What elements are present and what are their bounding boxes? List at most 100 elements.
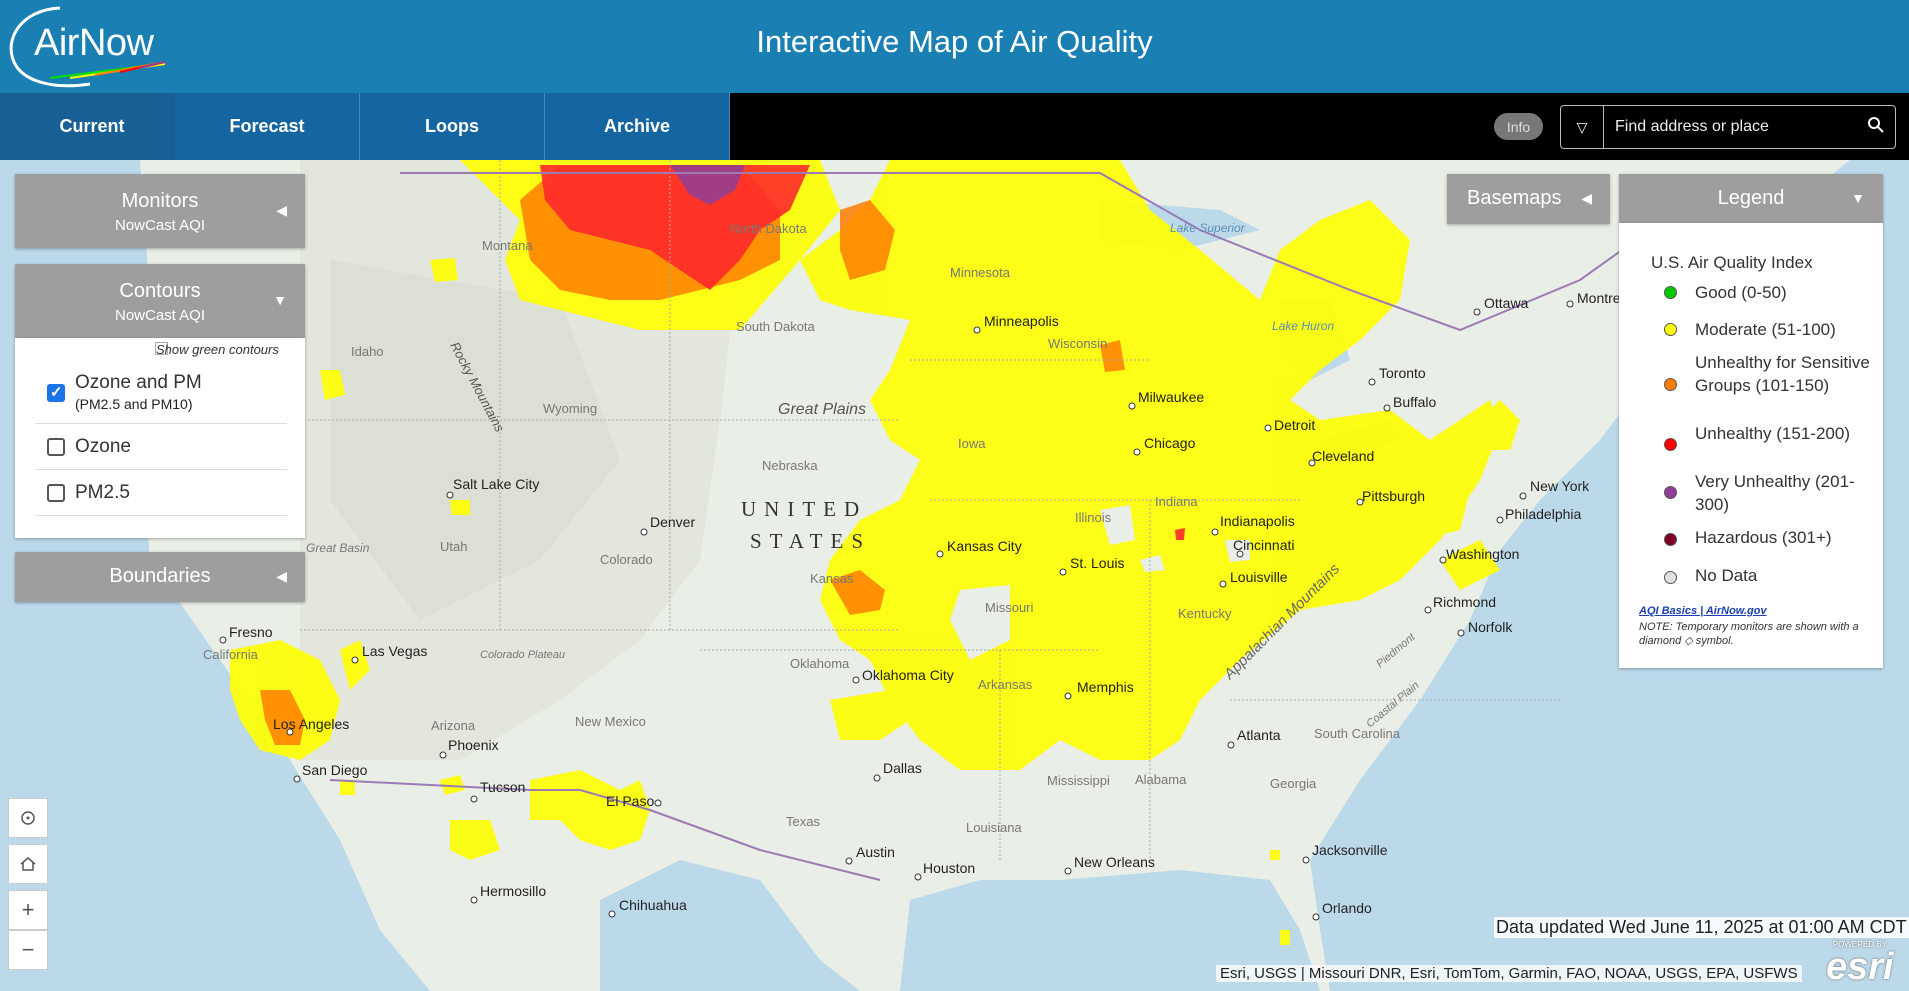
legend-swatch-unhealthy (1664, 438, 1677, 451)
minus-icon: − (21, 937, 35, 962)
legend-panel-header[interactable]: Legend ▼ (1619, 174, 1883, 224)
map-attribution: Esri, USGS | Missouri DNR, Esri, TomTom,… (1216, 965, 1802, 982)
data-updated-text: Data updated Wed June 11, 2025 at 01:00 … (1494, 917, 1909, 938)
tab-loops[interactable]: Loops (360, 93, 545, 160)
search-box[interactable]: ▽ Find address or place (1560, 105, 1896, 149)
boundaries-title: Boundaries (109, 565, 211, 587)
region-label: Missouri (985, 600, 1034, 615)
contours-subtitle: NowCast AQI (114, 307, 206, 324)
zoom-out-button[interactable]: − (8, 930, 48, 970)
region-label: California (203, 647, 259, 662)
city-label: Tucson (480, 779, 525, 795)
region-label: Kentucky (1178, 606, 1232, 621)
city-label: Jacksonville (1312, 842, 1388, 858)
region-label: Iowa (958, 436, 986, 451)
contour-option-pm25[interactable]: PM2.5 (35, 470, 287, 516)
city-el-paso: El Paso (606, 793, 662, 809)
legend-swatch-good (1664, 286, 1677, 299)
tab-current[interactable]: Current (0, 93, 185, 160)
legend-item-usg: Unhealthy for Sensitive Groups (101-150) (1695, 353, 1870, 395)
tab-archive[interactable]: Archive (545, 93, 730, 160)
region-label: Great Basin (306, 541, 370, 555)
aqi-zone[interactable] (430, 258, 458, 282)
city-label: Los Angeles (273, 716, 349, 732)
contours-title: Contours (119, 280, 201, 302)
aqi-zone[interactable] (1280, 930, 1290, 945)
city-label: Chicago (1144, 435, 1196, 451)
page-title: Interactive Map of Air Quality (756, 24, 1153, 59)
region-label: Arizona (431, 718, 476, 733)
esri-logo[interactable]: POWERED BY esri (1826, 940, 1894, 988)
basemaps-panel-header[interactable]: Basemaps ◀ (1447, 174, 1610, 224)
aqi-zone[interactable] (1270, 850, 1280, 860)
region-label: Texas (786, 814, 820, 829)
search-icon[interactable] (1867, 116, 1885, 134)
search-source-dropdown[interactable]: ▽ (1561, 106, 1604, 148)
city-label: Washington (1446, 546, 1519, 562)
city-label: Philadelphia (1505, 506, 1581, 522)
city-label: New York (1530, 478, 1590, 494)
country-label: UNITED (741, 497, 867, 521)
tab-forecast[interactable]: Forecast (175, 93, 360, 160)
city-label: New Orleans (1074, 854, 1155, 870)
expand-down-icon[interactable]: ▼ (1851, 190, 1865, 206)
checkbox-pm25[interactable] (47, 484, 65, 502)
city-label: Fresno (229, 624, 273, 640)
city-label: Cleveland (1312, 448, 1374, 464)
city-label: Las Vegas (362, 643, 427, 659)
option-label: PM2.5 (75, 482, 130, 503)
legend-swatch-no-data (1664, 571, 1677, 584)
aqi-zone[interactable] (340, 780, 355, 795)
region-label: Idaho (351, 344, 384, 359)
collapse-left-icon[interactable]: ◀ (1581, 190, 1592, 207)
region-label: Louisiana (966, 820, 1022, 835)
aqi-zone[interactable] (1175, 528, 1185, 540)
aqi-basics-link[interactable]: AQI Basics | AirNow.gov (1639, 605, 1767, 617)
expand-down-icon[interactable]: ▼ (273, 292, 287, 308)
region-label: South Carolina (1314, 726, 1401, 741)
city-philadelphia: Philadelphia (1496, 506, 1581, 524)
aqi-zone[interactable] (450, 500, 470, 515)
monitors-panel-header[interactable]: Monitors NowCast AQI ◀ (15, 174, 305, 248)
legend-note: NOTE: Temporary monitors are shown with … (1639, 621, 1859, 647)
city-label: Memphis (1077, 679, 1134, 695)
checkbox-ozone-pm[interactable] (47, 383, 65, 402)
city-cleveland: Cleveland (1308, 448, 1374, 467)
collapse-left-icon[interactable]: ◀ (276, 568, 287, 585)
option-label: Ozone and PM (75, 372, 202, 393)
city-label: Atlanta (1237, 727, 1281, 743)
esri-wordmark: esri (1826, 946, 1894, 988)
zoom-in-button[interactable]: + (8, 890, 48, 930)
legend-swatch-very-unhealthy (1664, 486, 1677, 499)
region-label: South Dakota (736, 319, 816, 334)
city-label: Norfolk (1468, 619, 1513, 635)
region-label: Kansas (810, 571, 854, 586)
legend-swatch-moderate (1664, 323, 1677, 336)
region-label: Lake Superior (1170, 221, 1246, 235)
boundaries-panel-header[interactable]: Boundaries ◀ (15, 552, 305, 602)
contour-option-ozone[interactable]: Ozone (35, 424, 287, 470)
contour-option-ozone-pm[interactable]: Ozone and PM (PM2.5 and PM10) (35, 358, 287, 424)
monitors-title: Monitors (121, 190, 199, 212)
option-label: Ozone (75, 436, 131, 457)
region-label: Indiana (1155, 494, 1198, 509)
locate-button[interactable] (8, 798, 48, 838)
region-label: Utah (440, 539, 467, 554)
info-button[interactable]: Info (1494, 113, 1543, 140)
legend-swatch-usg (1664, 378, 1677, 391)
city-label: Houston (923, 860, 975, 876)
contours-panel-header[interactable]: Contours NowCast AQI ▼ (15, 264, 305, 338)
city-label: Denver (650, 514, 695, 530)
collapse-left-icon[interactable]: ◀ (276, 202, 287, 219)
country-label: STATES (750, 529, 871, 553)
home-button[interactable] (8, 844, 48, 884)
contours-panel-body: Show green contours Ozone and PM (PM2.5 … (15, 338, 305, 538)
city-label: St. Louis (1070, 555, 1124, 571)
city-label: Hermosillo (480, 883, 546, 899)
checkbox-ozone[interactable] (47, 438, 65, 456)
legend-item-good: Good (0-50) (1695, 283, 1787, 302)
legend-item-no-data: No Data (1695, 566, 1758, 585)
search-input[interactable]: Find address or place (1615, 118, 1769, 136)
city-label: Minneapolis (984, 313, 1059, 329)
city-label: Milwaukee (1138, 389, 1204, 405)
